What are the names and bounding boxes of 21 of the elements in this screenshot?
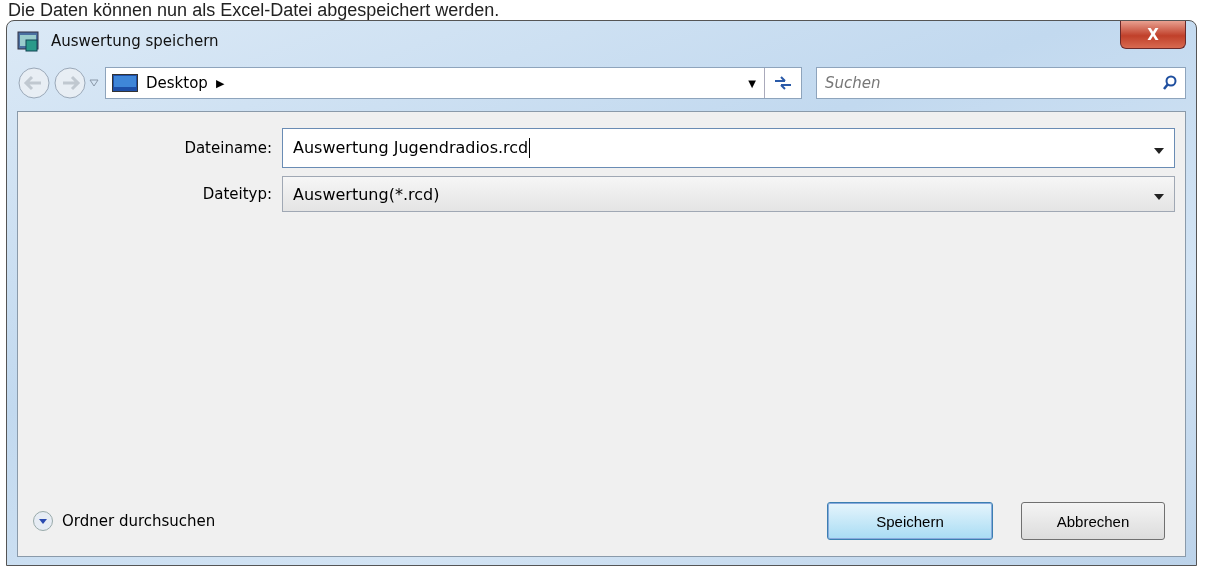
app-icon: [17, 30, 39, 52]
filename-field[interactable]: Auswertung Jugendradios.rcd: [282, 128, 1175, 168]
dropdown-caret-icon[interactable]: [1154, 147, 1164, 154]
window-title: Auswertung speichern: [51, 32, 220, 50]
caption-text: Die Daten können nun als Excel-Datei abgespeichert werden.: [7, 0, 501, 20]
close-button[interactable]: X: [1120, 21, 1186, 49]
desktop-icon: [112, 74, 138, 92]
breadcrumb-arrow[interactable]: ▶: [215, 76, 741, 90]
file-type-dropdown[interactable]: Auswertung(*.rcd): [282, 176, 1175, 212]
address-bar[interactable]: Desktop ▶ ▼: [105, 67, 802, 99]
location-text: Desktop: [146, 74, 208, 92]
browse-folders-link[interactable]: Ordner durchsuchen: [62, 512, 216, 530]
search-field[interactable]: Suchen: [816, 67, 1186, 99]
save-button[interactable]: Speichern: [827, 502, 993, 540]
dropdown-caret[interactable]: ▼: [748, 77, 756, 89]
field-label: Dateityp:: [201, 185, 272, 203]
search-icon[interactable]: [1162, 75, 1178, 91]
dropdown-caret-icon[interactable]: [1154, 193, 1164, 200]
expand-icon[interactable]: [32, 510, 54, 532]
field-label: Dateiname:: [183, 139, 272, 157]
cancel-button[interactable]: Abbrechen: [1021, 502, 1165, 540]
